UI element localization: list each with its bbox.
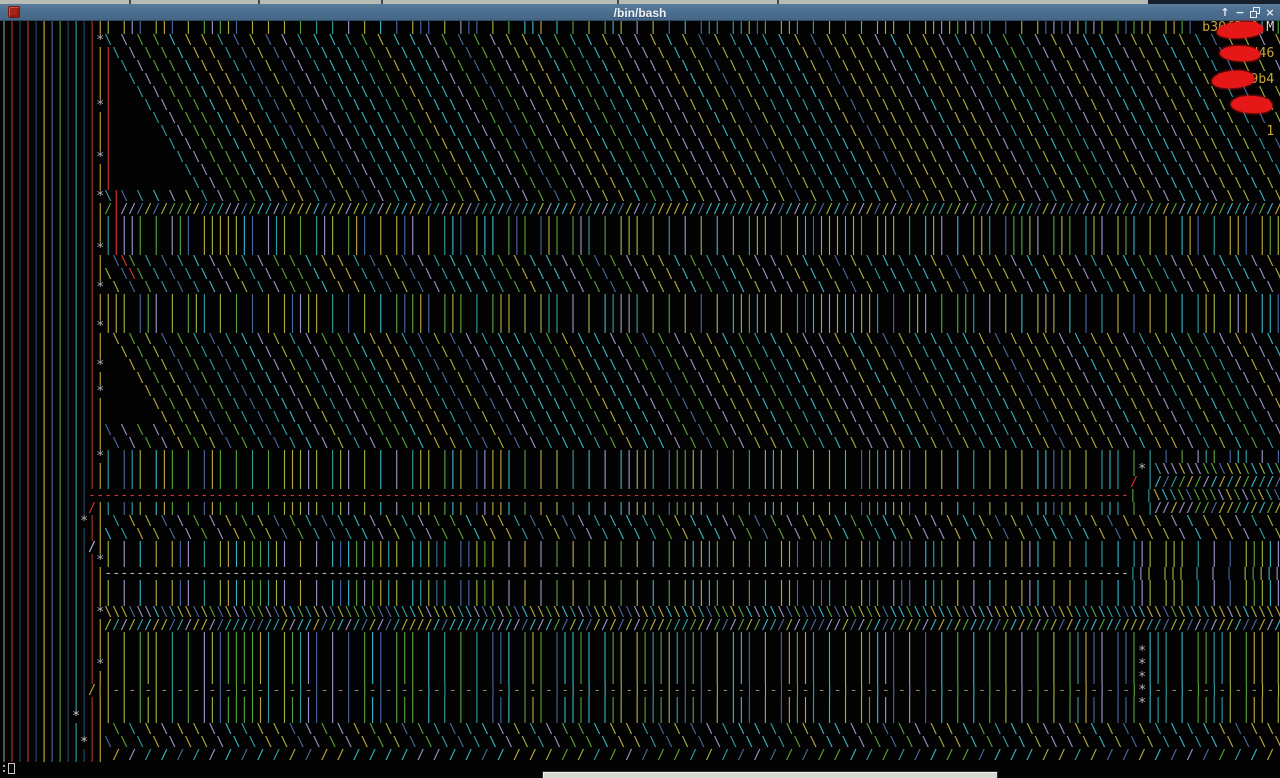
background-taskbar-fragment[interactable] [542,771,998,778]
window-controls: ↑ − × [1219,5,1276,20]
minimize-button[interactable]: − [1234,6,1246,19]
restore-button[interactable] [1249,6,1261,19]
window-title-bar[interactable]: /bin/bash ↑ − × [0,4,1280,21]
close-button[interactable]: × [1264,6,1276,19]
terminal-screen[interactable]: |||||||||||||| ||| ||| | ||||| | | | | |… [0,21,1280,778]
git-graph-output: |||||||||||||| ||| ||| | ||||| | | | | |… [0,21,1280,775]
shade-button[interactable]: ↑ [1219,6,1231,19]
window-title: /bin/bash [0,5,1280,21]
terminal-cursor [8,763,15,774]
restore-icon-front [1250,11,1257,18]
